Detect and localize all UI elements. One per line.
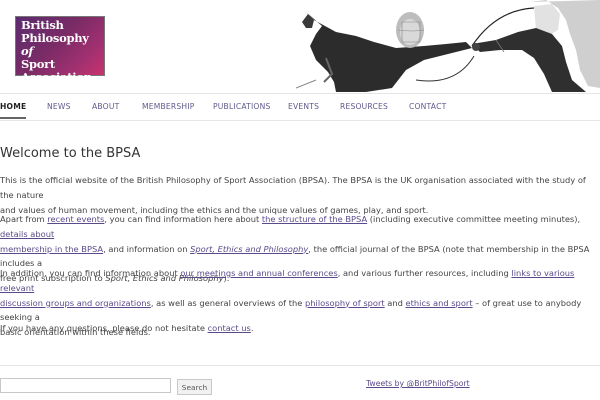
- search-button[interactable]: Search: [177, 379, 212, 395]
- search-input[interactable]: [0, 378, 171, 393]
- info-text-2: , you can find information here about: [104, 214, 262, 224]
- resources-text-2: , and various further resources, includi…: [337, 268, 512, 278]
- structure-link[interactable]: the structure of the BPSA: [262, 214, 367, 224]
- nav-item-resources[interactable]: RESOURCES: [340, 102, 388, 111]
- membership-details-link-part2[interactable]: membership in the BPSA: [0, 244, 103, 254]
- nav-item-membership[interactable]: MEMBERSHIP: [142, 102, 195, 111]
- nav-item-events[interactable]: EVENTS: [288, 102, 319, 111]
- nav-item-news[interactable]: NEWS: [47, 102, 71, 111]
- ethics-and-sport-link[interactable]: ethics and sport: [406, 298, 473, 308]
- nav-item-about[interactable]: ABOUT: [92, 102, 119, 111]
- logo-line-2-of: of: [21, 44, 34, 58]
- logo-line-2: Philosophy of: [21, 32, 104, 58]
- logo-line-4: Association: [21, 70, 92, 84]
- info-text-4: , and information on: [103, 243, 191, 254]
- tweets-link[interactable]: Tweets by @BritPhilofSport: [366, 379, 470, 388]
- fencers-photo: [296, 0, 600, 92]
- meetings-link[interactable]: our meetings and annual conferences: [180, 268, 337, 278]
- contact-us-link[interactable]: contact us: [208, 323, 251, 333]
- nav-item-publications[interactable]: PUBLICATIONS: [213, 102, 270, 111]
- discussion-groups-link-part2[interactable]: discussion groups and organizations: [0, 298, 151, 308]
- page-title: Welcome to the BPSA: [0, 146, 141, 161]
- contact-paragraph: If you have any questions, please do not…: [0, 321, 596, 336]
- resources-text-3: , as well as general overviews of the: [150, 297, 305, 308]
- nav-item-contact[interactable]: CONTACT: [409, 102, 446, 111]
- info-text-3: (including executive committee meeting m…: [367, 214, 581, 224]
- logo-line-2-main: Philosophy: [21, 31, 89, 45]
- membership-details-link-part1[interactable]: details about: [0, 229, 54, 239]
- main-nav: HOME NEWS ABOUT MEMBERSHIP PUBLICATIONS …: [0, 93, 600, 121]
- contact-text-1: If you have any questions, please do not…: [0, 323, 208, 333]
- recent-events-link[interactable]: recent events: [47, 214, 104, 224]
- footer-divider: [0, 365, 600, 366]
- logo-text: British Philosophy of Sport Association: [21, 19, 104, 84]
- philosophy-of-sport-link[interactable]: philosophy of sport: [305, 298, 385, 308]
- resources-text-1: In addition, you can find information ab…: [0, 268, 181, 278]
- contact-text-2: .: [250, 323, 254, 333]
- info-text-1: Apart from: [0, 214, 48, 224]
- journal-link[interactable]: Sport, Ethics and Philosophy: [190, 244, 308, 254]
- resources-text-4: and: [384, 297, 406, 308]
- bpsa-logo[interactable]: British Philosophy of Sport Association: [15, 16, 105, 84]
- nav-item-home[interactable]: HOME: [0, 102, 27, 119]
- intro-paragraph: This is the official website of the Brit…: [0, 173, 596, 217]
- intro-text-1: This is the official website of the Brit…: [0, 175, 586, 200]
